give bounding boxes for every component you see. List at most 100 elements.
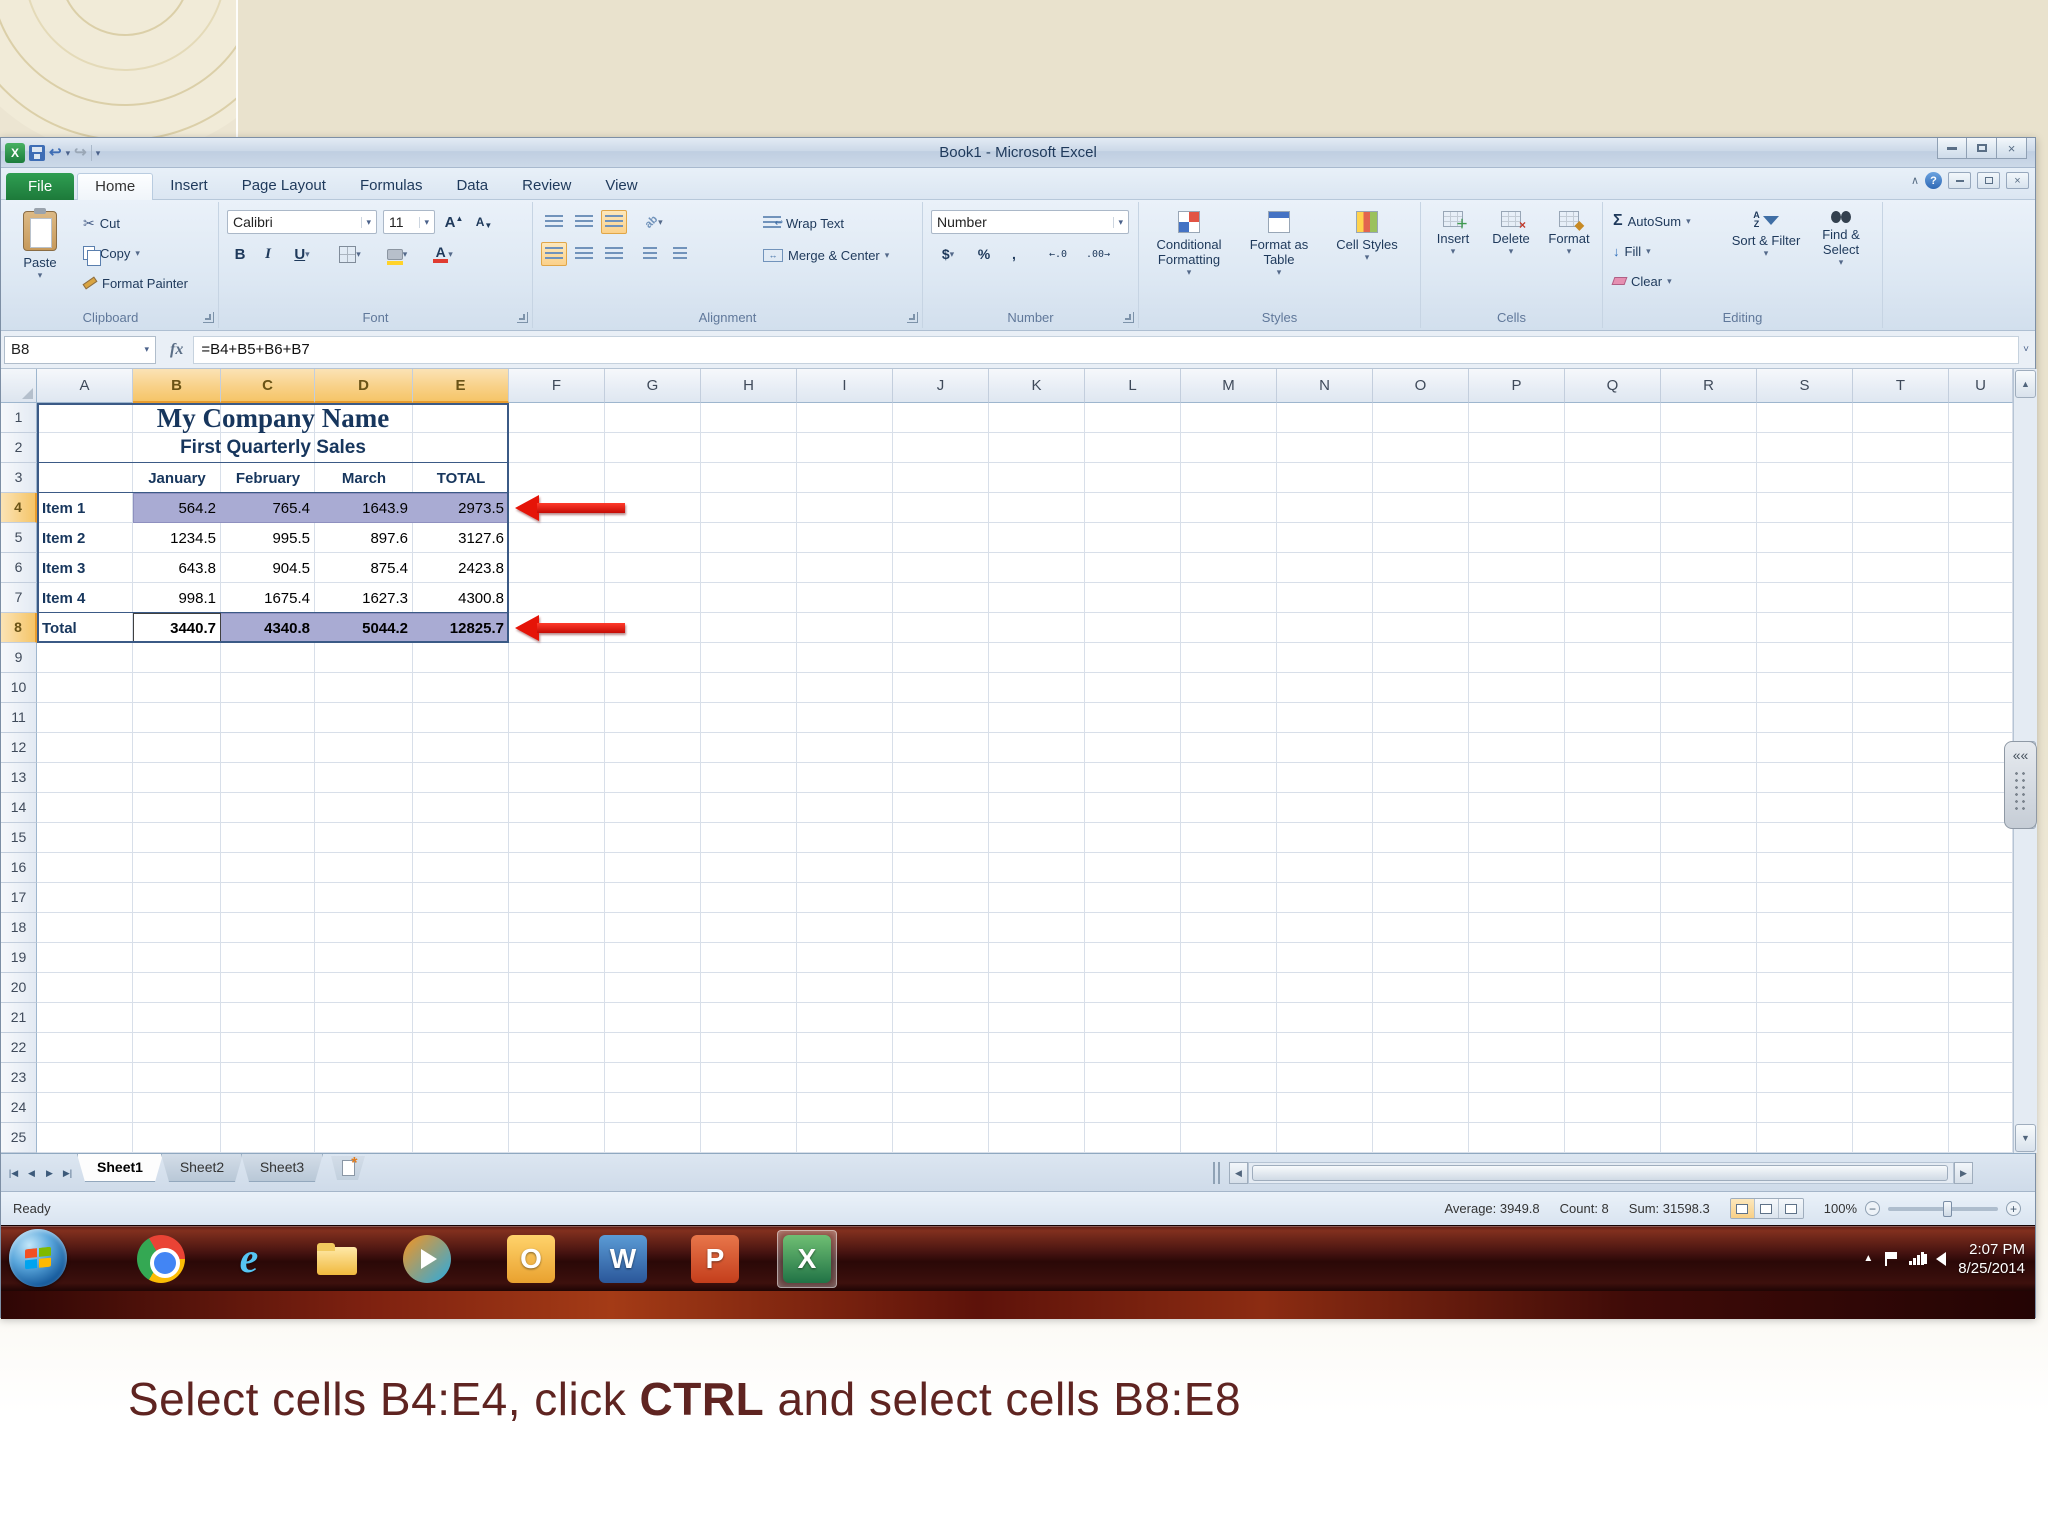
volume-icon[interactable]: [1922, 1251, 1947, 1266]
cell-A8-label[interactable]: Total: [37, 613, 133, 643]
taskbar-icon-word[interactable]: W: [593, 1230, 653, 1288]
workbook-restore-button[interactable]: [1977, 172, 2000, 189]
cell-D5-value[interactable]: 897.6: [315, 523, 413, 553]
ribbon-tab-data[interactable]: Data: [439, 171, 505, 200]
autosum-button[interactable]: Σ AutoSum ▾: [1609, 208, 1695, 234]
scroll-collapse-handle[interactable]: ««: [2004, 741, 2037, 829]
paste-dropdown-arrow[interactable]: ▾: [38, 270, 43, 280]
cell-C4-value[interactable]: 765.4: [221, 493, 315, 523]
middle-align-button[interactable]: [571, 210, 597, 234]
column-header-F[interactable]: F: [509, 369, 605, 403]
name-box[interactable]: B8 ▾: [4, 335, 156, 364]
accounting-format-button[interactable]: $ ▾: [931, 242, 965, 266]
comma-style-button[interactable]: ,: [1001, 242, 1027, 266]
cell-A7-label[interactable]: Item 4: [37, 583, 133, 613]
paste-button[interactable]: Paste ▾: [9, 206, 71, 302]
increase-indent-button[interactable]: [667, 242, 693, 266]
column-header-M[interactable]: M: [1181, 369, 1277, 403]
cell-D4-value[interactable]: 1643.9: [315, 493, 413, 523]
ribbon-tab-insert[interactable]: Insert: [153, 171, 225, 200]
fill-color-button[interactable]: ▾: [377, 242, 417, 266]
first-sheet-button[interactable]: |◀: [5, 1163, 22, 1183]
close-button[interactable]: ×: [1997, 138, 2027, 159]
cell-A2-subtitle[interactable]: First Quarterly Sales: [37, 433, 509, 463]
taskbar-icon-excel[interactable]: X: [777, 1230, 837, 1288]
font-dialog-launcher[interactable]: [517, 312, 528, 323]
zoom-out-button[interactable]: −: [1865, 1201, 1880, 1216]
column-header-R[interactable]: R: [1661, 369, 1757, 403]
merge-center-button[interactable]: ↔ Merge & Center ▾: [759, 242, 893, 268]
column-header-A[interactable]: A: [37, 369, 133, 403]
italic-button[interactable]: I: [255, 242, 281, 266]
delete-cells-button[interactable]: × Delete ▾: [1483, 206, 1539, 302]
alignment-dialog-launcher[interactable]: [907, 312, 918, 323]
borders-button[interactable]: ▾: [331, 242, 369, 266]
cell-C5-value[interactable]: 995.5: [221, 523, 315, 553]
taskbar-icon-chrome[interactable]: [131, 1230, 191, 1288]
taskbar-clock[interactable]: 2:07 PM 8/25/2014: [1958, 1240, 2025, 1278]
percent-style-button[interactable]: %: [971, 242, 997, 266]
decrease-indent-button[interactable]: [637, 242, 663, 266]
row-header-12[interactable]: 12: [1, 733, 37, 763]
ribbon-tab-home[interactable]: Home: [77, 173, 154, 200]
sheet-tab-sheet2[interactable]: Sheet2: [161, 1154, 243, 1182]
cell-A4-label[interactable]: Item 1: [37, 493, 133, 523]
row-header-23[interactable]: 23: [1, 1063, 37, 1093]
clipboard-dialog-launcher[interactable]: [203, 312, 214, 323]
format-cells-button[interactable]: ◆ Format ▾: [1541, 206, 1597, 302]
font-size-combo[interactable]: 11 ▾: [383, 210, 435, 234]
column-header-D[interactable]: D: [315, 369, 413, 403]
row-header-16[interactable]: 16: [1, 853, 37, 883]
cell-header-march[interactable]: March: [315, 463, 413, 493]
cell-header-january[interactable]: January: [133, 463, 221, 493]
sheet-tab-sheet3[interactable]: Sheet3: [241, 1154, 323, 1182]
insert-function-icon[interactable]: fx: [170, 341, 183, 359]
clear-button[interactable]: Clear ▾: [1609, 268, 1676, 294]
conditional-formatting-button[interactable]: Conditional Formatting ▾: [1145, 206, 1233, 302]
cell-B4-value[interactable]: 564.2: [133, 493, 221, 523]
cell-C8-value[interactable]: 4340.8: [221, 613, 315, 643]
row-header-2[interactable]: 2: [1, 433, 37, 463]
minimize-button[interactable]: [1937, 138, 1967, 159]
cell-C6-value[interactable]: 904.5: [221, 553, 315, 583]
column-header-C[interactable]: C: [221, 369, 315, 403]
vertical-scrollbar[interactable]: ▲ «« ▼: [2004, 369, 2037, 1153]
align-center-button[interactable]: [571, 242, 597, 266]
last-sheet-button[interactable]: ▶|: [59, 1163, 76, 1183]
column-header-H[interactable]: H: [701, 369, 797, 403]
font-name-combo[interactable]: Calibri ▾: [227, 210, 377, 234]
row-header-17[interactable]: 17: [1, 883, 37, 913]
orientation-button[interactable]: ab ▾: [637, 210, 671, 234]
tab-splitter-handle[interactable]: [1213, 1162, 1220, 1184]
cell-B6-value[interactable]: 643.8: [133, 553, 221, 583]
column-header-G[interactable]: G: [605, 369, 701, 403]
workbook-close-button[interactable]: ×: [2006, 172, 2029, 189]
workbook-minimize-button[interactable]: [1948, 172, 1971, 189]
cut-button[interactable]: ✂ Cut: [79, 210, 124, 236]
format-painter-button[interactable]: Format Painter: [79, 270, 192, 296]
scroll-left-button[interactable]: ◀: [1229, 1162, 1248, 1184]
cell-header-total[interactable]: TOTAL: [413, 463, 509, 493]
cell-B5-value[interactable]: 1234.5: [133, 523, 221, 553]
ribbon-tab-formulas[interactable]: Formulas: [343, 171, 440, 200]
row-header-1[interactable]: 1: [1, 403, 37, 433]
find-select-button[interactable]: Find & Select ▾: [1805, 206, 1877, 302]
grow-font-button[interactable]: A ▲: [441, 210, 467, 234]
previous-sheet-button[interactable]: ◀: [23, 1163, 40, 1183]
row-header-18[interactable]: 18: [1, 913, 37, 943]
decrease-decimal-button[interactable]: .00→: [1081, 242, 1115, 266]
scroll-up-button[interactable]: ▲: [2015, 370, 2036, 398]
column-header-I[interactable]: I: [797, 369, 893, 403]
cell-styles-button[interactable]: Cell Styles ▾: [1325, 206, 1409, 302]
column-header-N[interactable]: N: [1277, 369, 1373, 403]
row-header-3[interactable]: 3: [1, 463, 37, 493]
row-header-19[interactable]: 19: [1, 943, 37, 973]
align-left-button[interactable]: [541, 242, 567, 266]
cell-B7-value[interactable]: 998.1: [133, 583, 221, 613]
horizontal-scrollbar[interactable]: [1248, 1162, 1954, 1184]
column-header-U[interactable]: U: [1949, 369, 2013, 403]
row-header-5[interactable]: 5: [1, 523, 37, 553]
top-align-button[interactable]: [541, 210, 567, 234]
taskbar-icon-media-player[interactable]: [397, 1230, 457, 1288]
ribbon-tab-page-layout[interactable]: Page Layout: [225, 171, 343, 200]
